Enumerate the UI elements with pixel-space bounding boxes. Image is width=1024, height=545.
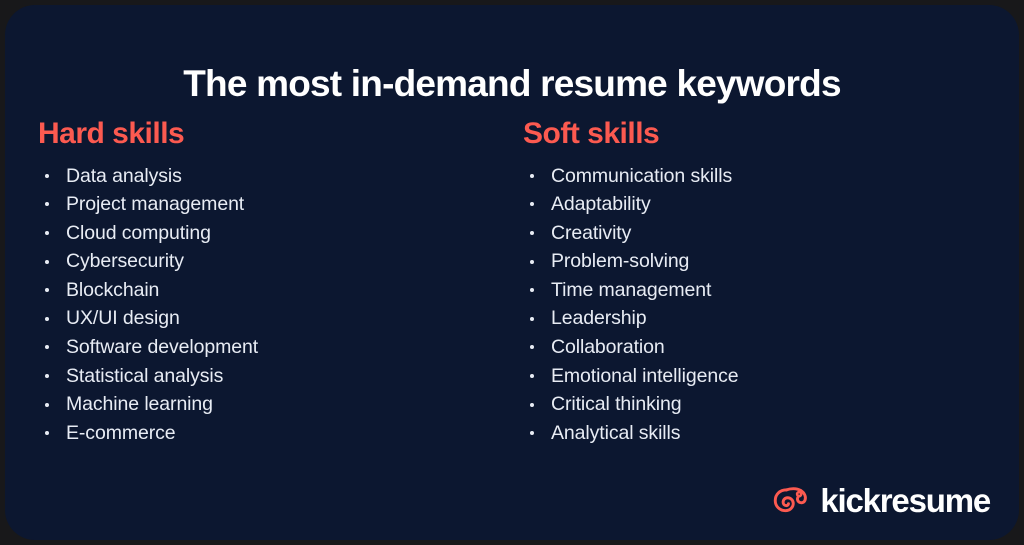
page-title: The most in-demand resume keywords [183,62,841,104]
list-item: Project management [38,190,258,219]
list-item: Statistical analysis [38,362,258,391]
list-item: Machine learning [38,390,258,419]
bullet-icon [530,402,534,407]
bullet-icon [45,230,49,235]
list-item-label: UX/UI design [66,307,180,330]
bullet-icon [530,173,534,178]
list-item-label: Cybersecurity [66,250,184,273]
chameleon-icon [774,487,808,513]
bullet-icon [45,173,49,178]
bullet-icon [530,202,534,207]
list-item-label: Creativity [551,221,632,244]
screenshot-stage: The most in-demand resume keywords Hard … [0,0,1024,545]
infographic-card: The most in-demand resume keywords Hard … [5,5,1019,540]
bullet-icon [530,431,534,436]
bullet-icon [45,373,49,378]
list-item: E-commerce [38,419,258,448]
list-item-label: Statistical analysis [66,364,224,387]
brand-wordmark: kickresume [820,481,991,519]
soft-skills-heading: Soft skills [523,117,660,150]
list-item: Communication skills [523,162,739,191]
list-item-label: E-commerce [66,421,176,444]
list-item: Leadership [523,304,739,333]
list-item: Data analysis [38,162,258,191]
bullet-icon [45,345,49,350]
bullet-icon [530,230,534,235]
list-item-label: Project management [66,193,245,216]
list-item: Creativity [523,219,739,248]
list-item: Problem-solving [523,247,739,276]
list-item-label: Problem-solving [551,250,690,273]
hard-skills-heading: Hard skills [38,117,185,150]
list-item: Software development [38,333,258,362]
list-item: Adaptability [523,190,739,219]
bullet-icon [530,373,534,378]
bullet-icon [45,202,49,207]
bullet-icon [45,259,49,264]
list-item: Cybersecurity [38,247,258,276]
bullet-icon [45,288,49,293]
soft-skills-column: Soft skills Communication skills Adaptab… [523,117,739,447]
list-item-label: Critical thinking [551,393,682,416]
list-item: Emotional intelligence [523,362,739,391]
brand-logo: kickresume [773,481,991,519]
list-item: Blockchain [38,276,258,305]
list-item-label: Cloud computing [66,221,211,244]
list-item-label: Time management [551,278,712,301]
bullet-icon [530,345,534,350]
list-item: Critical thinking [523,390,739,419]
list-item: Cloud computing [38,219,258,248]
list-item: Collaboration [523,333,739,362]
list-item: Analytical skills [523,419,739,448]
soft-skills-list: Communication skills Adaptability Creati… [523,162,739,448]
list-item: UX/UI design [38,304,258,333]
list-item-label: Collaboration [551,336,665,359]
list-item-label: Leadership [551,307,647,330]
bullet-icon [45,402,49,407]
list-item-label: Data analysis [66,164,182,187]
hard-skills-column: Hard skills Data analysis Project manage… [38,117,258,447]
list-item-label: Communication skills [551,164,733,187]
bullet-icon [530,316,534,321]
bullet-icon [530,288,534,293]
list-item-label: Machine learning [66,393,213,416]
bullet-icon [45,316,49,321]
list-item-label: Blockchain [66,278,160,301]
list-item: Time management [523,276,739,305]
bullet-icon [530,259,534,264]
list-item-label: Adaptability [551,193,651,216]
list-item-label: Analytical skills [551,421,681,444]
bullet-icon [45,431,49,436]
list-item-label: Software development [66,336,259,359]
hard-skills-list: Data analysis Project management Cloud c… [38,162,258,448]
list-item-label: Emotional intelligence [551,364,739,387]
